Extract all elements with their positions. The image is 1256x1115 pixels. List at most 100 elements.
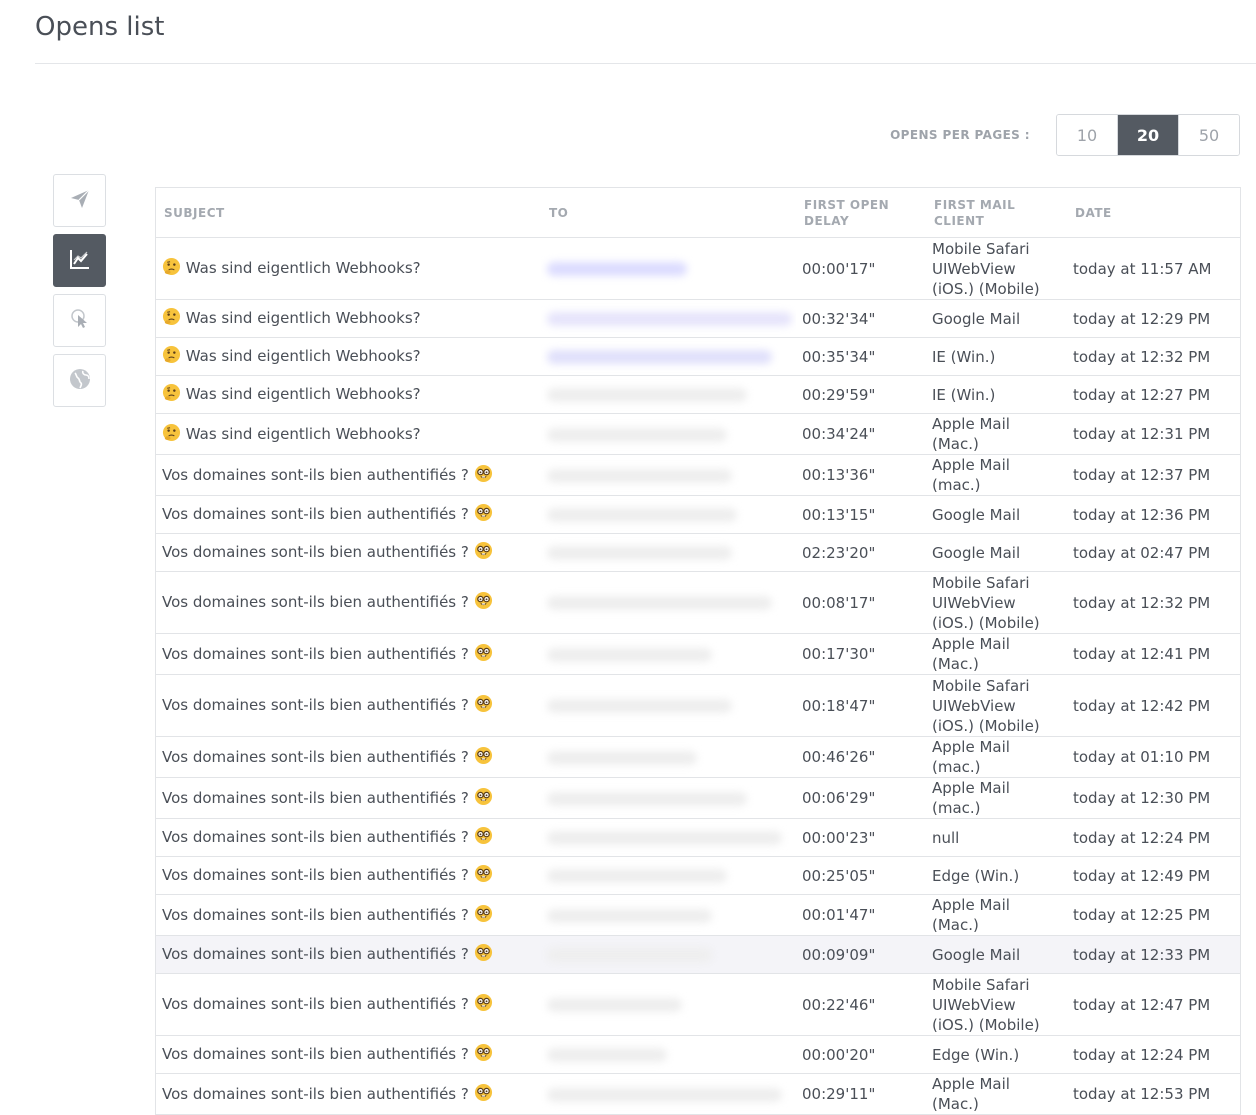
delay-cell: 00:13'15"	[796, 495, 926, 534]
to-cell	[541, 973, 796, 1036]
table-row[interactable]: Was sind eigentlich Webhooks? 00:35'34" IE…	[156, 337, 1240, 376]
delay-cell: 00:17'30"	[796, 633, 926, 675]
redacted-email	[547, 699, 732, 713]
to-cell	[541, 337, 796, 376]
date-cell: today at 12:37 PM	[1067, 454, 1240, 496]
subject-cell: Vos domaines sont-ils bien authentifiés …	[156, 1035, 541, 1074]
mail-client-cell: Edge (Win.)	[926, 1035, 1067, 1074]
opens-nav-button[interactable]	[53, 234, 106, 287]
thinking-face-icon	[162, 345, 181, 368]
table-row[interactable]: Vos domaines sont-ils bien authentifiés …	[156, 571, 1240, 634]
table-row[interactable]: Vos domaines sont-ils bien authentifiés …	[156, 777, 1240, 819]
date-cell: today at 02:47 PM	[1067, 533, 1240, 572]
date-column-header[interactable]: DATE	[1067, 188, 1240, 238]
subject-column-header[interactable]: SUBJECT	[156, 188, 541, 238]
first-open-delay-column-header[interactable]: FIRST OPEN DELAY	[796, 188, 926, 238]
table-row[interactable]: Vos domaines sont-ils bien authentifiés …	[156, 856, 1240, 895]
table-row[interactable]: Was sind eigentlich Webhooks? 00:00'17" Mo…	[156, 237, 1240, 300]
subject-cell: Vos domaines sont-ils bien authentifiés …	[156, 495, 541, 534]
subject-text: Vos domaines sont-ils bien authentifiés …	[162, 1084, 469, 1103]
delay-cell: 02:23'20"	[796, 533, 926, 572]
date-cell: today at 12:31 PM	[1067, 413, 1240, 455]
table-row[interactable]: Vos domaines sont-ils bien authentifiés …	[156, 894, 1240, 936]
table-row[interactable]: Vos domaines sont-ils bien authentifiés …	[156, 674, 1240, 737]
sent-nav-button[interactable]	[53, 174, 106, 227]
subject-cell: Was sind eigentlich Webhooks?	[156, 413, 541, 455]
to-cell	[541, 237, 796, 300]
redacted-email	[547, 388, 747, 402]
table-row[interactable]: Vos domaines sont-ils bien authentifiés …	[156, 818, 1240, 857]
delay-cell: 00:18'47"	[796, 674, 926, 737]
geo-nav-button[interactable]	[53, 354, 106, 407]
to-column-header[interactable]: TO	[541, 188, 796, 238]
mail-client-cell: Apple Mail (Mac.)	[926, 413, 1067, 455]
mail-client-cell: Apple Mail (mac.)	[926, 454, 1067, 496]
redacted-email	[547, 468, 732, 483]
table-row[interactable]: Vos domaines sont-ils bien authentifiés …	[156, 1035, 1240, 1074]
table-row[interactable]: Vos domaines sont-ils bien authentifiés …	[156, 533, 1240, 572]
date-cell: today at 12:32 PM	[1067, 337, 1240, 376]
per-page-10-button[interactable]: 10	[1057, 115, 1118, 155]
table-row[interactable]: Was sind eigentlich Webhooks? 00:29'59" IE…	[156, 375, 1240, 414]
to-cell	[541, 375, 796, 414]
per-page-50-button[interactable]: 50	[1179, 115, 1239, 155]
per-page-20-button[interactable]: 20	[1118, 115, 1179, 155]
nerd-face-icon	[474, 1083, 493, 1106]
to-cell	[541, 818, 796, 857]
mail-client-cell: Mobile Safari UIWebView (iOS.) (Mobile)	[926, 237, 1067, 300]
nerd-face-icon	[474, 1043, 493, 1066]
subject-text: Vos domaines sont-ils bien authentifiés …	[162, 465, 469, 484]
table-row[interactable]: Vos domaines sont-ils bien authentifiés …	[156, 935, 1240, 974]
subject-text: Vos domaines sont-ils bien authentifiés …	[162, 644, 469, 663]
mail-client-cell: Google Mail	[926, 533, 1067, 572]
delay-cell: 00:29'59"	[796, 375, 926, 414]
table-row[interactable]: Vos domaines sont-ils bien authentifiés …	[156, 1073, 1240, 1115]
redacted-email	[547, 312, 792, 326]
table-row[interactable]: Vos domaines sont-ils bien authentifiés …	[156, 633, 1240, 675]
mail-client-cell: Google Mail	[926, 935, 1067, 974]
subject-cell: Vos domaines sont-ils bien authentifiés …	[156, 674, 541, 737]
to-cell	[541, 777, 796, 819]
subject-cell: Vos domaines sont-ils bien authentifiés …	[156, 973, 541, 1036]
subject-text: Was sind eigentlich Webhooks?	[185, 259, 421, 277]
subject-text: Vos domaines sont-ils bien authentifiés …	[162, 945, 469, 963]
table-row[interactable]: Vos domaines sont-ils bien authentifiés …	[156, 454, 1240, 496]
mail-client-cell: Google Mail	[926, 299, 1067, 338]
redacted-email	[547, 908, 712, 923]
subject-cell: Vos domaines sont-ils bien authentifiés …	[156, 856, 541, 895]
opens-per-page-control: OPENS PER PAGES : 10 20 50	[890, 114, 1240, 156]
redacted-email	[547, 948, 712, 962]
mail-client-cell: Mobile Safari UIWebView (iOS.) (Mobile)	[926, 571, 1067, 634]
line-chart-icon	[68, 247, 92, 275]
subject-cell: Vos domaines sont-ils bien authentifiés …	[156, 818, 541, 857]
date-cell: today at 12:27 PM	[1067, 375, 1240, 414]
table-row[interactable]: Vos domaines sont-ils bien authentifiés …	[156, 495, 1240, 534]
mail-client-cell: Mobile Safari UIWebView (iOS.) (Mobile)	[926, 674, 1067, 737]
redacted-email	[547, 427, 727, 442]
first-mail-client-column-header[interactable]: FIRST MAIL CLIENT	[926, 188, 1067, 238]
to-cell	[541, 571, 796, 634]
date-cell: today at 12:49 PM	[1067, 856, 1240, 895]
thinking-face-icon	[162, 423, 181, 446]
nerd-face-icon	[474, 541, 493, 564]
table-row[interactable]: Vos domaines sont-ils bien authentifiés …	[156, 973, 1240, 1036]
nerd-face-icon	[474, 643, 493, 666]
delay-cell: 00:13'36"	[796, 454, 926, 496]
table-row[interactable]: Was sind eigentlich Webhooks? 00:32'34" Go…	[156, 299, 1240, 338]
subject-cell: Vos domaines sont-ils bien authentifiés …	[156, 533, 541, 572]
date-cell: today at 12:24 PM	[1067, 818, 1240, 857]
table-row[interactable]: Vos domaines sont-ils bien authentifiés …	[156, 736, 1240, 778]
date-cell: today at 12:33 PM	[1067, 935, 1240, 974]
subject-cell: Vos domaines sont-ils bien authentifiés …	[156, 1073, 541, 1115]
to-cell	[541, 495, 796, 534]
to-cell	[541, 454, 796, 496]
subject-cell: Vos domaines sont-ils bien authentifiés …	[156, 894, 541, 936]
subject-text: Vos domaines sont-ils bien authentifiés …	[162, 505, 469, 523]
click-pointer-icon	[68, 307, 92, 335]
clicks-nav-button[interactable]	[53, 294, 106, 347]
nerd-face-icon	[474, 864, 493, 887]
subject-text: Vos domaines sont-ils bien authentifiés …	[162, 866, 469, 884]
table-row[interactable]: Was sind eigentlich Webhooks? 00:34'24" Ap…	[156, 413, 1240, 455]
delay-cell: 00:46'26"	[796, 736, 926, 778]
subject-text: Vos domaines sont-ils bien authentifiés …	[162, 788, 469, 807]
